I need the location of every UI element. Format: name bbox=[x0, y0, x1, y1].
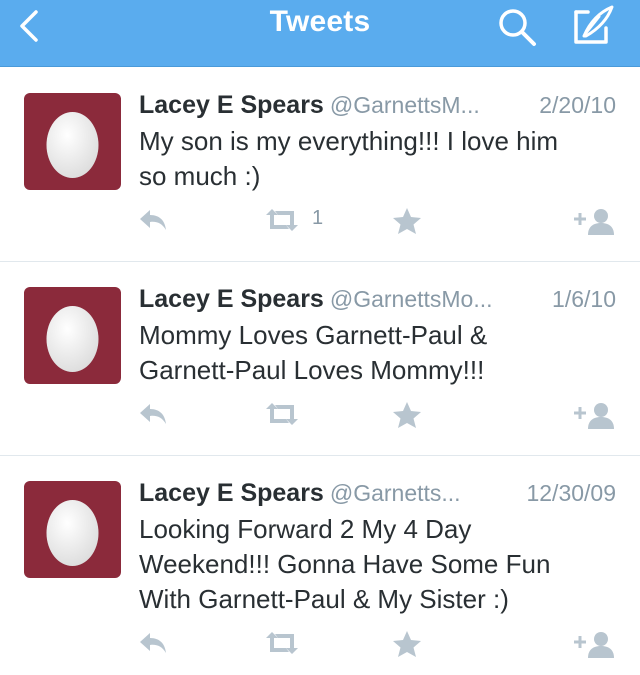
favorite-button[interactable] bbox=[392, 395, 426, 435]
author-handle[interactable]: @Garnetts... bbox=[330, 480, 461, 506]
default-egg-avatar-icon bbox=[46, 500, 99, 566]
add-user-icon bbox=[574, 209, 614, 235]
search-icon bbox=[499, 9, 536, 46]
tweet-header: Lacey E Spears @GarnettsM... 2/20/10 bbox=[139, 90, 616, 120]
page-title: Tweets bbox=[269, 5, 371, 38]
retweet-count: 1 bbox=[312, 207, 324, 229]
tweet-item[interactable]: Lacey E Spears @Garnetts... 12/30/09 Look… bbox=[0, 456, 640, 675]
tweet-actions bbox=[0, 395, 640, 435]
reply-icon bbox=[140, 404, 166, 424]
reply-icon bbox=[140, 633, 166, 653]
compose-button[interactable] bbox=[568, 2, 618, 48]
star-icon bbox=[393, 208, 421, 234]
retweet-icon bbox=[266, 403, 298, 425]
reply-button[interactable] bbox=[136, 201, 176, 241]
follow-button[interactable] bbox=[572, 395, 618, 435]
tweet-text: My son is my everything!!! I love him so… bbox=[139, 126, 559, 191]
compose-icon bbox=[574, 5, 614, 44]
author-name[interactable]: Lacey E Spears bbox=[139, 285, 324, 313]
tweet-actions bbox=[0, 624, 640, 664]
avatar[interactable] bbox=[24, 93, 121, 190]
favorite-button[interactable] bbox=[392, 201, 426, 241]
author-name[interactable]: Lacey E Spears bbox=[139, 91, 324, 119]
search-button[interactable] bbox=[494, 4, 540, 48]
author-handle[interactable]: @GarnettsM... bbox=[330, 92, 480, 118]
tweet-date: 2/20/10 bbox=[539, 92, 616, 118]
retweet-icon bbox=[266, 632, 298, 654]
author-name[interactable]: Lacey E Spears bbox=[139, 479, 324, 507]
tweet-actions: 1 bbox=[0, 201, 640, 241]
reply-button[interactable] bbox=[136, 395, 176, 435]
reply-button[interactable] bbox=[136, 624, 176, 664]
retweet-button[interactable] bbox=[262, 395, 342, 435]
avatar[interactable] bbox=[24, 481, 121, 578]
retweet-button[interactable] bbox=[262, 624, 342, 664]
star-icon bbox=[393, 402, 421, 428]
tweet-date: 1/6/10 bbox=[552, 286, 616, 312]
tweet-text: Looking Forward 2 My 4 Day Weekend!!! Go… bbox=[139, 514, 551, 614]
nav-bar: Tweets bbox=[0, 0, 640, 67]
tweet-header: Lacey E Spears @Garnetts... 12/30/09 bbox=[139, 478, 616, 508]
default-egg-avatar-icon bbox=[46, 112, 99, 178]
follow-button[interactable] bbox=[572, 201, 618, 241]
tweet-item[interactable]: Lacey E Spears @GarnettsMo... 1/6/10 Momm… bbox=[0, 262, 640, 456]
tweet-header: Lacey E Spears @GarnettsMo... 1/6/10 bbox=[139, 284, 616, 314]
tweet-text: Mommy Loves Garnett-Paul & Garnett-Paul … bbox=[139, 320, 488, 385]
avatar[interactable] bbox=[24, 287, 121, 384]
favorite-button[interactable] bbox=[392, 624, 426, 664]
star-icon bbox=[393, 631, 421, 657]
retweet-button[interactable]: 1 bbox=[262, 201, 342, 241]
default-egg-avatar-icon bbox=[46, 306, 99, 372]
retweet-icon bbox=[266, 209, 298, 231]
tweet-date: 12/30/09 bbox=[526, 480, 616, 506]
author-handle[interactable]: @GarnettsMo... bbox=[330, 286, 493, 312]
add-user-icon bbox=[574, 403, 614, 429]
follow-button[interactable] bbox=[572, 624, 618, 664]
reply-icon bbox=[140, 210, 166, 230]
tweet-item[interactable]: Lacey E Spears @GarnettsM... 2/20/10 My s… bbox=[0, 68, 640, 262]
add-user-icon bbox=[574, 632, 614, 658]
